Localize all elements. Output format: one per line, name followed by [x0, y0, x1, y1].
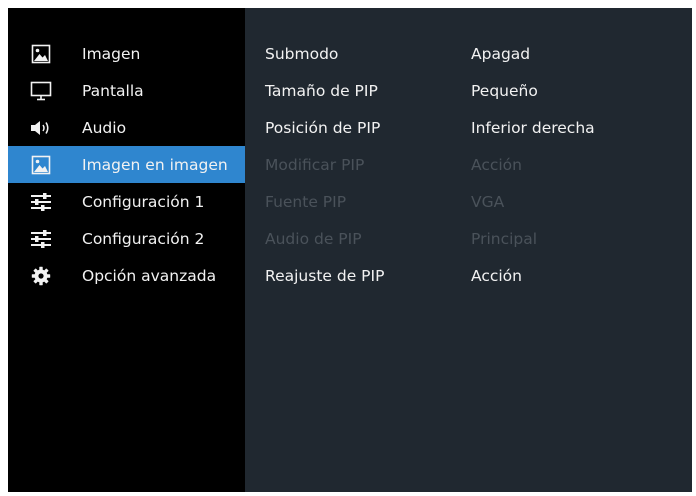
picture-icon: [30, 43, 52, 65]
setting-row-modificar-pip: Modificar PIP Acción: [245, 146, 692, 183]
sidebar-item-configuracion-1[interactable]: Configuración 1: [8, 183, 245, 220]
setting-row-submodo[interactable]: Submodo Apagad: [245, 35, 692, 72]
sidebar-item-imagen[interactable]: Imagen: [8, 35, 245, 72]
sidebar-item-label: Configuración 2: [82, 229, 205, 248]
sidebar-item-label: Imagen: [82, 44, 141, 63]
sidebar-item-audio[interactable]: Audio: [8, 109, 245, 146]
sidebar-item-label: Opción avanzada: [82, 266, 217, 285]
speaker-icon: [30, 117, 52, 139]
osd-menu: Imagen Pantalla Audio Imagen en imagen C…: [8, 8, 692, 492]
monitor-icon: [30, 80, 52, 102]
sliders-icon: [30, 191, 52, 213]
sliders-icon: [30, 228, 52, 250]
setting-label: Tamaño de PIP: [265, 81, 378, 100]
setting-row-reajuste-pip[interactable]: Reajuste de PIP Acción: [245, 257, 692, 294]
setting-row-tamano-pip[interactable]: Tamaño de PIP Pequeño: [245, 72, 692, 109]
setting-value: Acción: [471, 266, 522, 285]
setting-label: Modificar PIP: [265, 155, 365, 174]
setting-row-posicion-pip[interactable]: Posición de PIP Inferior derecha: [245, 109, 692, 146]
sidebar-item-pantalla[interactable]: Pantalla: [8, 72, 245, 109]
sidebar-item-label: Pantalla: [82, 81, 144, 100]
sidebar-item-opcion-avanzada[interactable]: Opción avanzada: [8, 257, 245, 294]
setting-label: Fuente PIP: [265, 192, 347, 211]
setting-row-audio-pip: Audio de PIP Principal: [245, 220, 692, 257]
setting-value: VGA: [471, 192, 505, 211]
setting-value: Apagad: [471, 44, 531, 63]
setting-label: Reajuste de PIP: [265, 266, 385, 285]
setting-value: Pequeño: [471, 81, 538, 100]
sidebar: Imagen Pantalla Audio Imagen en imagen C…: [8, 8, 245, 492]
sidebar-item-configuracion-2[interactable]: Configuración 2: [8, 220, 245, 257]
sidebar-item-label: Imagen en imagen: [82, 155, 228, 174]
setting-value: Inferior derecha: [471, 118, 595, 137]
settings-panel: Submodo Apagad Tamaño de PIP Pequeño Pos…: [245, 8, 692, 492]
sidebar-item-label: Configuración 1: [82, 192, 205, 211]
setting-label: Audio de PIP: [265, 229, 362, 248]
setting-label: Posición de PIP: [265, 118, 381, 137]
sidebar-item-label: Audio: [82, 118, 127, 137]
gear-icon: [30, 265, 52, 287]
setting-row-fuente-pip: Fuente PIP VGA: [245, 183, 692, 220]
setting-value: Acción: [471, 155, 522, 174]
sidebar-item-imagen-en-imagen[interactable]: Imagen en imagen: [8, 146, 245, 183]
setting-value: Principal: [471, 229, 538, 248]
picture-in-picture-icon: [30, 154, 52, 176]
setting-label: Submodo: [265, 44, 339, 63]
